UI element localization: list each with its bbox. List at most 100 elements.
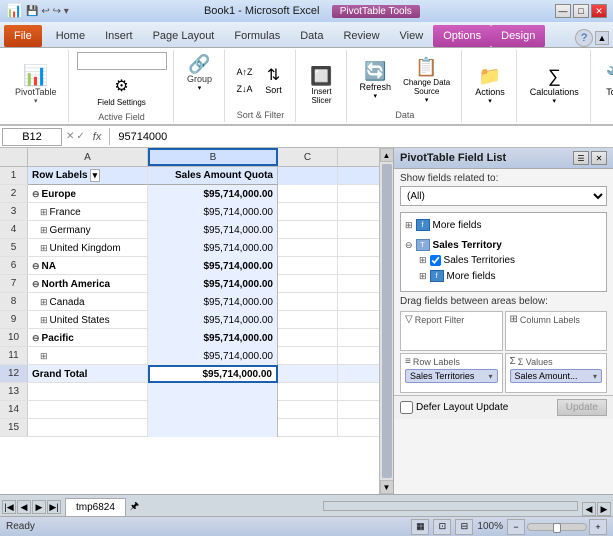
page-break-button[interactable]: ⊟ (455, 519, 473, 535)
tab-page-layout[interactable]: Page Layout (143, 25, 225, 47)
sheet-last-button[interactable]: ▶| (47, 500, 61, 514)
horizontal-scroll-track[interactable] (323, 501, 579, 511)
row-number-header (0, 148, 28, 166)
minimize-button[interactable]: — (555, 4, 571, 18)
tools-icon: 🔧 (606, 66, 613, 87)
pivot-areas: ▽ Report Filter ⊞ Column Labels ≡ Row La… (394, 309, 613, 395)
scroll-down-button[interactable]: ▼ (380, 480, 394, 494)
main-area: A B C 1 Row Labels ▾ Sales Amount Quota … (0, 148, 613, 494)
field-icon: f (430, 270, 444, 282)
refresh-icon: 🔄 (364, 61, 386, 82)
formula-confirm-icon[interactable]: ✓ (76, 131, 84, 142)
group-button[interactable]: 🔗 Group ▾ (182, 52, 218, 95)
cell-reference-input[interactable] (2, 128, 62, 146)
sheet-tabs-bar: |◀ ◀ ▶ ▶| tmp6824 🖈 ◀ ▶ (0, 494, 613, 516)
expand-icon[interactable]: ⊞ (419, 255, 427, 266)
formula-input[interactable] (114, 131, 611, 143)
tab-home[interactable]: Home (46, 25, 95, 47)
column-headers: A B C (0, 148, 379, 167)
data-source-icon: 📋 (415, 57, 437, 78)
show-fields-label: Show fields related to: (400, 173, 607, 184)
filter-icon: ▽ (405, 314, 413, 325)
scroll-thumb[interactable] (382, 164, 392, 478)
defer-layout-checkbox[interactable] (400, 401, 413, 414)
values-area[interactable]: Σ Σ Values Sales Amount... ▾ (505, 353, 608, 393)
sheet-prev-button[interactable]: ◀ (17, 500, 31, 514)
close-button[interactable]: ✕ (591, 4, 607, 18)
dropdown-arrow-icon: ▾ (488, 372, 492, 381)
tab-data[interactable]: Data (290, 25, 333, 47)
vertical-scrollbar[interactable]: ▲ ▼ (379, 148, 393, 494)
refresh-button[interactable]: 🔄 Refresh ▾ (355, 58, 397, 103)
tools-button[interactable]: 🔧 Tools ▾ (599, 63, 613, 108)
row-labels-item[interactable]: Sales Territories ▾ (405, 369, 498, 383)
active-field-group: ⚙ Field Settings Active Field (71, 50, 174, 122)
pivot-panel-close-button[interactable]: ✕ (591, 151, 607, 165)
table-row: 2 ⊖Europe $95,714,000.00 (0, 185, 379, 203)
page-layout-button[interactable]: ⊡ (433, 519, 451, 535)
tab-options[interactable]: Options (433, 25, 491, 47)
pivot-panel-list-view-button[interactable]: ☰ (573, 151, 589, 165)
ribbon-minimize-button[interactable]: ▲ (595, 31, 609, 45)
active-field-settings-button[interactable]: ⚙ Field Settings (93, 73, 149, 110)
tab-review[interactable]: Review (333, 25, 389, 47)
sales-territories-checkbox[interactable] (430, 255, 441, 266)
sheet-tab-add[interactable]: 🖈 (126, 499, 143, 516)
sort-za-button[interactable]: Z↓A (233, 81, 257, 97)
ribbon-tabs: File Home Insert Page Layout Formulas Da… (0, 22, 613, 48)
tab-file[interactable]: File (4, 25, 42, 47)
report-filter-area[interactable]: ▽ Report Filter (400, 311, 503, 351)
scroll-up-button[interactable]: ▲ (380, 148, 394, 162)
sheet-first-button[interactable]: |◀ (2, 500, 16, 514)
tab-insert[interactable]: Insert (95, 25, 143, 47)
normal-view-button[interactable]: ▦ (411, 519, 429, 535)
expand-icon[interactable]: ⊖ (405, 240, 413, 251)
calculations-icon: ∑ (548, 66, 561, 87)
title-bar-text: Book1 - Microsoft Excel PivotTable Tools (69, 5, 555, 17)
table-row: 11 ⊞ $95,714,000.00 (0, 347, 379, 365)
field-icon: f (416, 219, 430, 231)
show-fields-dropdown[interactable]: (All) (400, 186, 607, 206)
sheet-next-button[interactable]: ▶ (32, 500, 46, 514)
sort-az-button[interactable]: A↑Z (233, 64, 257, 80)
sort-icon: ⇅ (267, 65, 280, 85)
values-item[interactable]: Sales Amount... ▾ (510, 369, 603, 383)
sort-button[interactable]: ⇅ Sort (259, 62, 289, 98)
insert-slicer-group: 🔲 InsertSlicer (298, 50, 347, 122)
zoom-slider[interactable] (527, 523, 587, 531)
help-button[interactable]: ? (575, 29, 593, 47)
update-button[interactable]: Update (557, 399, 607, 416)
scroll-left-button[interactable]: ◀ (582, 502, 596, 516)
formula-cancel-icon[interactable]: ✕ (66, 131, 74, 142)
territory-icon: T (416, 239, 430, 251)
insert-slicer-button[interactable]: 🔲 InsertSlicer (304, 63, 340, 108)
show-fields-section: Show fields related to: (All) (394, 169, 613, 210)
row-labels-dropdown[interactable]: ▾ (90, 169, 101, 182)
zoom-in-button[interactable]: + (589, 519, 607, 535)
expand-icon[interactable]: ⊞ (419, 271, 427, 282)
list-item: ⊖ T Sales Territory (405, 237, 602, 253)
pivot-footer: Defer Layout Update Update (394, 395, 613, 419)
expand-icon[interactable]: ⊞ (405, 220, 413, 231)
field-settings-icon: ⚙ (114, 76, 128, 96)
slicer-icon: 🔲 (310, 66, 332, 87)
active-field-input[interactable] (77, 52, 167, 70)
formula-bar: ✕ ✓ fx (0, 126, 613, 148)
maximize-button[interactable]: □ (573, 4, 589, 18)
dropdown-arrow-icon: ▾ (593, 372, 597, 381)
row-labels-area[interactable]: ≡ Row Labels Sales Territories ▾ (400, 353, 503, 393)
scroll-right-button[interactable]: ▶ (597, 502, 611, 516)
zoom-out-button[interactable]: − (507, 519, 525, 535)
tab-design[interactable]: Design (491, 25, 545, 47)
sort-az-buttons: A↑Z Z↓A (233, 64, 257, 97)
actions-button[interactable]: 📁 Actions ▾ (470, 63, 510, 108)
change-data-source-button[interactable]: 📋 Change DataSource ▾ (398, 54, 455, 107)
tab-formulas[interactable]: Formulas (224, 25, 290, 47)
pivot-table-button[interactable]: 📊 PivotTable ▾ (10, 63, 62, 108)
table-row: 7 ⊖North America $95,714,000.00 (0, 275, 379, 293)
column-labels-area[interactable]: ⊞ Column Labels (505, 311, 608, 351)
sheet-tab-tmp6824[interactable]: tmp6824 (65, 498, 126, 516)
tab-view[interactable]: View (390, 25, 434, 47)
calculations-button[interactable]: ∑ Calculations ▾ (525, 63, 584, 108)
list-item: ⊞ f More fields (405, 217, 602, 233)
